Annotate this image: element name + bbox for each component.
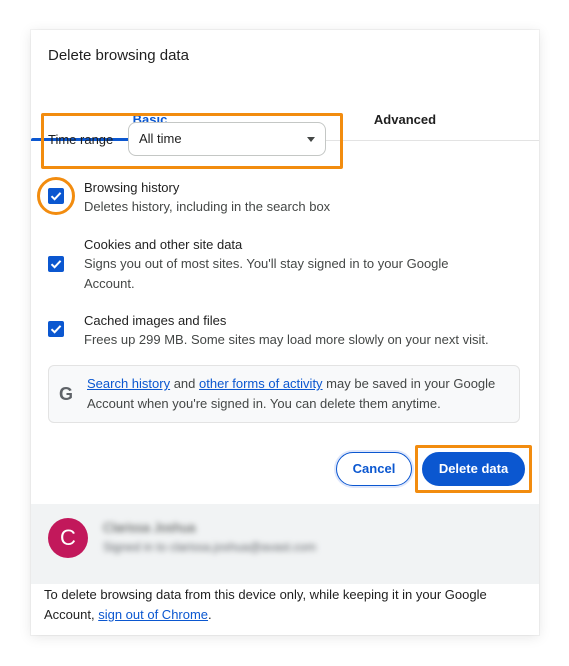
google-activity-info-card: G Search history and other forms of acti… bbox=[48, 365, 520, 423]
info-text: Search history and other forms of activi… bbox=[87, 376, 496, 411]
cookies-description: Signs you out of most sites. You'll stay… bbox=[84, 256, 449, 291]
google-g-icon: G bbox=[59, 384, 74, 404]
time-range-highlight bbox=[41, 113, 343, 169]
search-history-link[interactable]: Search history bbox=[87, 376, 170, 391]
cached-images-title: Cached images and files bbox=[84, 313, 227, 328]
browsing-history-description: Deletes history, including in the search… bbox=[84, 199, 331, 214]
cached-images-checkbox[interactable] bbox=[48, 321, 64, 337]
cookies-checkbox[interactable] bbox=[48, 256, 64, 272]
sign-out-link[interactable]: sign out of Chrome bbox=[98, 607, 208, 622]
cookies-title: Cookies and other site data bbox=[84, 237, 243, 252]
account-email: Signed in to clarissa.joshua@avast.com bbox=[103, 540, 316, 554]
avatar: C bbox=[48, 518, 88, 558]
browsing-history-highlight bbox=[37, 177, 75, 215]
other-activity-link[interactable]: other forms of activity bbox=[199, 376, 323, 391]
delete-browsing-data-dialog: Delete browsing data Basic Advanced Time… bbox=[31, 30, 539, 635]
check-icon bbox=[50, 260, 62, 269]
cached-images-description: Frees up 299 MB. Some sites may load mor… bbox=[84, 332, 489, 347]
account-name: Clarissa Joshua bbox=[103, 520, 196, 535]
cancel-button[interactable]: Cancel bbox=[336, 452, 412, 486]
account-panel: C Clarissa Joshua Signed in to clarissa.… bbox=[31, 504, 539, 584]
footer-text: To delete browsing data from this device… bbox=[44, 587, 487, 622]
delete-button-highlight bbox=[415, 445, 532, 493]
check-icon bbox=[50, 325, 62, 334]
browsing-history-title: Browsing history bbox=[84, 180, 180, 195]
dialog-title: Delete browsing data bbox=[48, 47, 189, 64]
